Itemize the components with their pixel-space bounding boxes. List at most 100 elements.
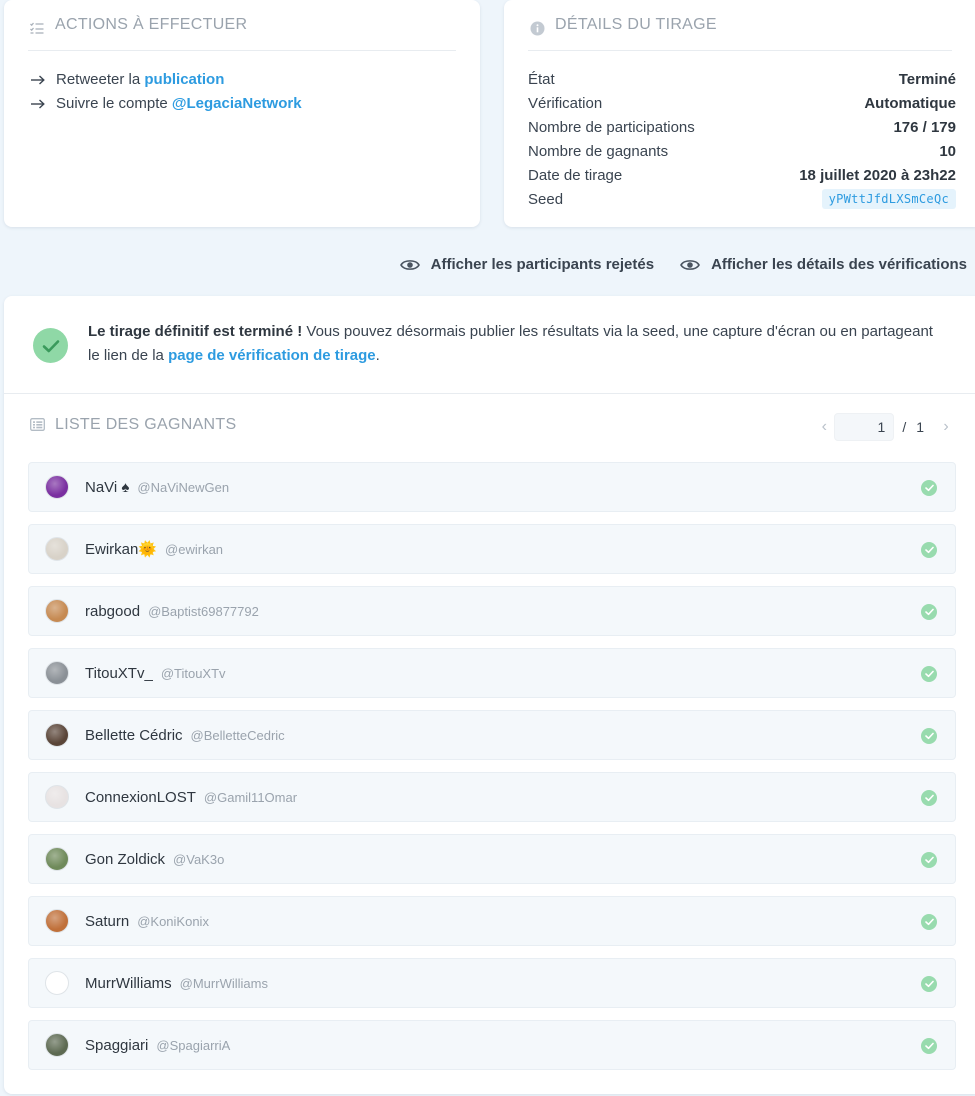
account-link[interactable]: @LegaciaNetwork	[172, 92, 302, 116]
winner-handle[interactable]: @TitouXTv	[161, 666, 226, 681]
show-rejected-toggle[interactable]: Afficher les participants rejetés	[399, 256, 655, 273]
avatar[interactable]	[45, 599, 69, 623]
winner-row[interactable]: NaVi ♠ @NaViNewGen	[28, 462, 956, 512]
details-card: DÉTAILS DU TIRAGE État Terminé Vérificat…	[504, 0, 975, 227]
avatar[interactable]	[45, 1033, 69, 1057]
detail-label: État	[528, 70, 555, 88]
detail-row-participations: Nombre de participations 176 / 179	[528, 115, 956, 139]
winner-list: NaVi ♠ @NaViNewGen Ewirkan🌞 @ewirkan rabgood…	[28, 462, 956, 1082]
winner-handle[interactable]: @MurrWilliams	[180, 976, 268, 991]
notice-text: Le tirage définitif est terminé ! Vous p…	[88, 320, 948, 368]
detail-label: Date de tirage	[528, 166, 623, 184]
success-check-icon	[33, 328, 68, 363]
detail-value: 18 juillet 2020 à 23h22	[799, 166, 956, 184]
winner-handle[interactable]: @Gamil11Omar	[204, 790, 297, 805]
detail-row-seed: Seed yPWttJfdLXSmCeQc	[528, 187, 956, 211]
publication-link[interactable]: publication	[144, 68, 224, 92]
seed-code[interactable]: yPWttJfdLXSmCeQc	[821, 189, 956, 209]
action-list: Retweeter la publication Suivre le compt…	[31, 68, 302, 116]
winner-name[interactable]: Bellette Cédric	[85, 727, 183, 744]
winner-row[interactable]: Ewirkan🌞 @ewirkan	[28, 524, 956, 574]
winner-row[interactable]: MurrWilliams @MurrWilliams	[28, 958, 956, 1008]
avatar[interactable]	[45, 785, 69, 809]
info-icon	[528, 19, 546, 37]
action-item-follow: Suivre le compte @LegaciaNetwork	[31, 92, 302, 116]
winner-name[interactable]: NaVi ♠	[85, 479, 129, 496]
details-title: DÉTAILS DU TIRAGE	[555, 16, 717, 33]
winner-handle[interactable]: @SpagiarriA	[156, 1038, 230, 1053]
page-separator: /	[902, 419, 907, 435]
details-header: DÉTAILS DU TIRAGE	[528, 16, 952, 51]
detail-row-date: Date de tirage 18 juillet 2020 à 23h22	[528, 163, 956, 187]
winner-name[interactable]: ConnexionLOST	[85, 789, 196, 806]
verified-check-icon	[921, 852, 937, 868]
avatar[interactable]	[45, 723, 69, 747]
page-input[interactable]: 1	[834, 413, 895, 441]
winner-handle[interactable]: @BelletteCedric	[191, 728, 285, 743]
detail-row-state: État Terminé	[528, 67, 956, 91]
actions-card: ACTIONS À EFFECTUER Retweeter la publica…	[4, 0, 480, 227]
action-text: Suivre le compte	[56, 95, 172, 112]
winner-name[interactable]: rabgood	[85, 603, 140, 620]
action-item-retweet: Retweeter la publication	[31, 68, 302, 92]
winner-name[interactable]: MurrWilliams	[85, 975, 172, 992]
show-verifications-toggle[interactable]: Afficher les détails des vérifications	[680, 256, 967, 273]
winner-name[interactable]: Ewirkan🌞	[85, 540, 157, 558]
detail-value: 10	[939, 142, 956, 160]
winner-row[interactable]: Bellette Cédric @BelletteCedric	[28, 710, 956, 760]
winner-name[interactable]: Spaggiari	[85, 1037, 148, 1054]
chevron-right-icon[interactable]: ›	[936, 418, 956, 436]
show-rejected-label: Afficher les participants rejetés	[430, 256, 655, 273]
avatar[interactable]	[45, 475, 69, 499]
list-icon	[30, 418, 46, 432]
avatar[interactable]	[45, 847, 69, 871]
show-verifications-label: Afficher les détails des vérifications	[711, 256, 967, 273]
avatar[interactable]	[45, 971, 69, 995]
notice-bold: Le tirage définitif est terminé !	[88, 323, 303, 340]
verified-check-icon	[921, 480, 937, 496]
winner-row[interactable]: Spaggiari @SpagiarriA	[28, 1020, 956, 1070]
winner-row[interactable]: TitouXTv_ @TitouXTv	[28, 648, 956, 698]
winner-row[interactable]: Saturn @KoniKonix	[28, 896, 956, 946]
detail-value: Automatique	[864, 94, 956, 112]
winner-handle[interactable]: @NaViNewGen	[137, 480, 229, 495]
detail-label: Vérification	[528, 94, 603, 112]
winner-name[interactable]: Gon Zoldick	[85, 851, 165, 868]
completion-notice: Le tirage définitif est terminé ! Vous p…	[4, 296, 975, 394]
avatar[interactable]	[45, 909, 69, 933]
actions-title: ACTIONS À EFFECTUER	[55, 16, 248, 33]
winner-name[interactable]: Saturn	[85, 913, 129, 930]
detail-label: Nombre de participations	[528, 118, 695, 136]
results-card: Le tirage définitif est terminé ! Vous p…	[4, 296, 975, 1094]
detail-value: Terminé	[898, 70, 956, 88]
verified-check-icon	[921, 914, 937, 930]
pagination: ‹ 1 / 1 ›	[814, 413, 956, 441]
actions-header: ACTIONS À EFFECTUER	[28, 16, 456, 51]
avatar[interactable]	[45, 537, 69, 561]
verification-page-link[interactable]: page de vérification de tirage	[168, 347, 376, 364]
winner-row[interactable]: rabgood @Baptist69877792	[28, 586, 956, 636]
arrow-right-icon	[31, 75, 47, 85]
verified-check-icon	[921, 604, 937, 620]
arrow-right-icon	[31, 99, 47, 109]
avatar[interactable]	[45, 661, 69, 685]
eye-icon	[399, 258, 420, 272]
winner-handle[interactable]: @ewirkan	[165, 542, 223, 557]
winner-handle[interactable]: @Baptist69877792	[148, 604, 259, 619]
action-text: Retweeter la	[56, 71, 145, 88]
verified-check-icon	[921, 542, 937, 558]
total-pages: 1	[916, 419, 924, 435]
verified-check-icon	[921, 728, 937, 744]
winner-row[interactable]: ConnexionLOST @Gamil11Omar	[28, 772, 956, 822]
winner-handle[interactable]: @VaK3o	[173, 852, 224, 867]
winner-handle[interactable]: @KoniKonix	[137, 914, 209, 929]
details-list: État Terminé Vérification Automatique No…	[528, 67, 956, 211]
detail-label: Nombre de gagnants	[528, 142, 669, 160]
detail-row-winners-count: Nombre de gagnants 10	[528, 139, 956, 163]
winner-name[interactable]: TitouXTv_	[85, 665, 153, 682]
verified-check-icon	[921, 666, 937, 682]
verified-check-icon	[921, 790, 937, 806]
notice-end: .	[375, 347, 380, 364]
chevron-left-icon[interactable]: ‹	[814, 418, 834, 436]
winner-row[interactable]: Gon Zoldick @VaK3o	[28, 834, 956, 884]
